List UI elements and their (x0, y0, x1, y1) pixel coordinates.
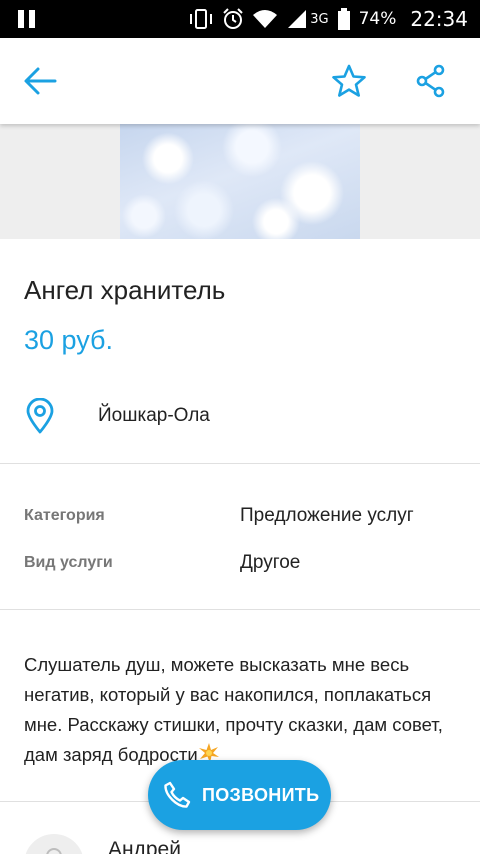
star-outline-icon (332, 64, 366, 97)
favorite-button[interactable] (330, 62, 368, 100)
listing-photo[interactable] (120, 124, 360, 239)
location-row[interactable]: Йошкар-Ола (24, 396, 210, 436)
property-label: Категория (24, 507, 105, 524)
divider (0, 609, 480, 610)
listing-price: 30 руб. (24, 325, 114, 355)
listing-title: Ангел хранитель (24, 275, 226, 305)
property-row-category: Категория Предложение услуг (24, 502, 464, 530)
property-row-service-type: Вид услуги Другое (24, 549, 464, 577)
share-icon (416, 64, 445, 98)
property-value: Предложение услуг (240, 505, 414, 526)
listing-description: Слушатель душ, можете высказать мне весь… (24, 650, 464, 770)
battery-percent: 74% (358, 9, 397, 29)
battery-icon (337, 8, 350, 30)
clock: 22:34 (410, 7, 468, 31)
status-bar: 3G 74% 22:34 (0, 0, 480, 38)
seller-row[interactable]: Андрей (24, 830, 464, 854)
location-city: Йошкар-Ола (98, 405, 210, 426)
phone-icon (162, 780, 192, 810)
app-bar (0, 38, 480, 124)
share-button[interactable] (412, 62, 450, 100)
property-value: Другое (240, 552, 301, 573)
back-button[interactable] (21, 62, 59, 100)
description-text: Слушатель душ, можете высказать мне весь… (24, 654, 443, 765)
location-pin-icon (24, 396, 58, 436)
network-type: 3G (310, 11, 329, 27)
listing-image-area[interactable] (0, 124, 480, 239)
avatar (24, 834, 84, 854)
wifi-icon (253, 10, 278, 28)
alarm-icon (223, 8, 243, 29)
arrow-left-icon (24, 67, 57, 95)
pause-icon (18, 10, 36, 28)
property-label: Вид услуги (24, 554, 113, 571)
call-button-label: ПОЗВОНИТЬ (202, 784, 320, 805)
vibrate-icon (190, 9, 213, 29)
status-icons: 3G 74% 22:34 (188, 0, 468, 38)
signal-icon (288, 10, 307, 28)
divider (0, 463, 480, 464)
seller-name: Андрей (108, 838, 181, 854)
call-button[interactable]: ПОЗВОНИТЬ (148, 760, 331, 830)
